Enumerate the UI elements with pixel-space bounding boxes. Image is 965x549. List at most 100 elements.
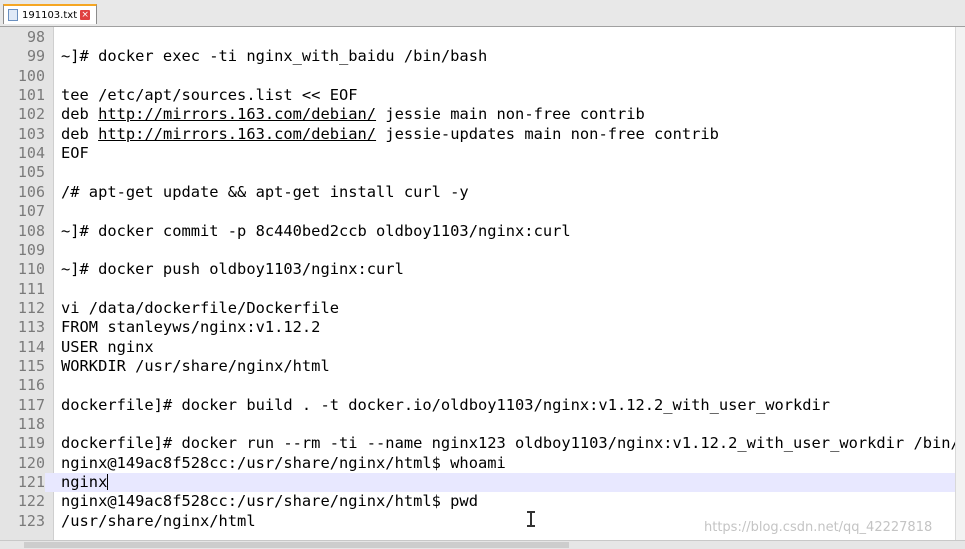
vertical-scrollbar[interactable] xyxy=(955,27,965,540)
tab-label: 191103.txt xyxy=(22,9,78,21)
code-line[interactable]: 100 xyxy=(0,67,955,86)
line-content: dockerfile]# docker run --rm -ti --name … xyxy=(61,434,955,453)
line-text: nginx@149ac8f528cc:/usr/share/nginx/html… xyxy=(61,454,506,473)
line-number: 116 xyxy=(17,376,45,395)
line-number: 109 xyxy=(17,240,45,259)
line-text: nginx xyxy=(61,473,109,492)
line-text: tee /etc/apt/sources.list << EOF xyxy=(61,86,358,105)
line-text: USER nginx xyxy=(61,338,154,357)
line-number: 103 xyxy=(17,124,45,143)
code-line[interactable]: 120 nginx@149ac8f528cc:/usr/share/nginx/h… xyxy=(0,454,955,473)
code-line[interactable]: 119 dockerfile]# docker run --rm -ti --na… xyxy=(0,434,955,453)
line-number: 123 xyxy=(17,511,45,530)
code-line[interactable]: 109 xyxy=(0,241,955,260)
ibeam-cursor-icon xyxy=(526,511,536,527)
code-line[interactable]: 102 deb http://mirrors.163.com/debian/ je… xyxy=(0,105,955,124)
line-text-prefix: deb xyxy=(61,105,99,124)
text-editor[interactable]: 98 99 ~]# docker exec -ti nginx_with_baidu… xyxy=(0,27,955,540)
line-number: 114 xyxy=(17,337,45,356)
code-line[interactable]: 104 EOF xyxy=(0,144,955,163)
line-number: 104 xyxy=(17,144,45,163)
code-line[interactable]: 118 xyxy=(0,415,955,434)
code-line[interactable]: 113 FROM stanleyws/nginx:v1.12.2 xyxy=(0,318,955,337)
line-text: /usr/share/nginx/html xyxy=(61,512,256,531)
text-caret xyxy=(107,474,109,491)
line-number: 111 xyxy=(17,279,45,298)
line-number: 119 xyxy=(17,434,45,453)
line-text: ~]# docker commit -p 8c440bed2ccb oldboy… xyxy=(61,222,571,241)
url-link[interactable]: http://mirrors.163.com/debian/ xyxy=(98,125,376,143)
code-line[interactable]: 108 ~]# docker commit -p 8c440bed2ccb old… xyxy=(0,222,955,241)
code-line[interactable]: 107 xyxy=(0,202,955,221)
line-text-prefix: deb xyxy=(61,124,99,143)
line-number: 102 xyxy=(17,105,45,124)
line-content: EOF xyxy=(61,144,89,163)
line-content: nginx@149ac8f528cc:/usr/share/nginx/html… xyxy=(61,453,506,472)
line-number: 121 xyxy=(0,473,45,493)
code-line[interactable]: 105 xyxy=(0,163,955,182)
line-text: ~]# docker push oldboy1103/nginx:curl xyxy=(61,260,404,279)
tab-bar: 191103.txt × xyxy=(0,0,965,27)
line-number: 107 xyxy=(17,202,45,221)
line-content: nginx@149ac8f528cc:/usr/share/nginx/html… xyxy=(61,492,478,511)
line-text: EOF xyxy=(61,144,89,163)
line-content: dockerfile]# docker build . -t docker.io… xyxy=(61,395,831,414)
line-content: tee /etc/apt/sources.list << EOF xyxy=(61,86,358,105)
line-number: 120 xyxy=(17,453,45,472)
line-text: nginx@149ac8f528cc:/usr/share/nginx/html… xyxy=(61,492,478,511)
line-number: 99 xyxy=(26,47,45,66)
line-text: deb http://mirrors.163.com/debian/ jessi… xyxy=(61,125,719,144)
code-line[interactable]: 106 /# apt-get update && apt-get install … xyxy=(0,183,955,202)
line-number: 115 xyxy=(17,356,45,375)
line-content: /usr/share/nginx/html xyxy=(61,511,256,530)
text-file-icon xyxy=(8,9,18,21)
line-content: USER nginx xyxy=(61,337,154,356)
line-text: dockerfile]# docker build . -t docker.io… xyxy=(61,396,830,415)
line-text: WORKDIR /usr/share/nginx/html xyxy=(61,357,330,376)
watermark: https://blog.csdn.net/qq_42227818 xyxy=(704,520,933,535)
code-line[interactable]: 116 xyxy=(0,376,955,395)
code-line[interactable]: 99 ~]# docker exec -ti nginx_with_baidu /… xyxy=(0,47,955,66)
line-number: 117 xyxy=(17,395,45,414)
code-line[interactable]: 117 dockerfile]# docker build . -t docker… xyxy=(0,396,955,415)
line-text: ~]# docker exec -ti nginx_with_baidu /bi… xyxy=(61,47,487,66)
line-number: 110 xyxy=(17,260,45,279)
code-line[interactable]: 122 nginx@149ac8f528cc:/usr/share/nginx/h… xyxy=(0,492,955,511)
line-content: FROM stanleyws/nginx:v1.12.2 xyxy=(61,318,321,337)
code-line[interactable]: 112 vi /data/dockerfile/Dockerfile xyxy=(0,299,955,318)
code-line[interactable]: 103 deb http://mirrors.163.com/debian/ je… xyxy=(0,125,955,144)
current-line[interactable]: 121 nginx xyxy=(0,473,955,493)
horizontal-scrollbar-thumb[interactable] xyxy=(24,542,569,548)
line-content: vi /data/dockerfile/Dockerfile xyxy=(61,298,339,317)
code-line[interactable]: 98 xyxy=(0,28,955,47)
line-number: 105 xyxy=(17,163,45,182)
line-content: nginx xyxy=(61,473,108,492)
line-number: 122 xyxy=(17,492,45,511)
code-line[interactable]: 101 tee /etc/apt/sources.list << EOF xyxy=(0,86,955,105)
line-number: 113 xyxy=(17,318,45,337)
code-line[interactable]: 115 WORKDIR /usr/share/nginx/html xyxy=(0,357,955,376)
line-text-suffix: jessie main non-free contrib xyxy=(376,105,645,124)
line-content: ~]# docker push oldboy1103/nginx:curl xyxy=(61,260,404,279)
line-text-suffix: jessie-updates main non-free contrib xyxy=(376,124,719,143)
code-line[interactable]: 114 USER nginx xyxy=(0,338,955,357)
line-number: 108 xyxy=(17,221,45,240)
line-number: 98 xyxy=(26,28,45,46)
url-link[interactable]: http://mirrors.163.com/debian/ xyxy=(98,105,376,123)
line-number: 101 xyxy=(17,86,45,105)
line-text: vi /data/dockerfile/Dockerfile xyxy=(61,299,339,318)
code-line[interactable]: 111 xyxy=(0,280,955,299)
tab-file[interactable]: 191103.txt × xyxy=(3,4,97,24)
line-number: 118 xyxy=(17,415,45,433)
line-text: FROM stanleyws/nginx:v1.12.2 xyxy=(61,318,320,337)
line-text: /# apt-get update && apt-get install cur… xyxy=(61,183,469,202)
line-text: dockerfile]# docker run --rm -ti --name … xyxy=(61,434,955,453)
line-content: ~]# docker exec -ti nginx_with_baidu /bi… xyxy=(61,47,488,66)
code-line[interactable]: 110 ~]# docker push oldboy1103/nginx:curl xyxy=(0,260,955,279)
line-content: WORKDIR /usr/share/nginx/html xyxy=(61,356,330,375)
line-number: 112 xyxy=(17,298,45,317)
line-content: /# apt-get update && apt-get install cur… xyxy=(61,182,469,201)
line-text: deb http://mirrors.163.com/debian/ jessi… xyxy=(61,105,645,124)
line-content: ~]# docker commit -p 8c440bed2ccb oldboy… xyxy=(61,221,571,240)
close-icon[interactable]: × xyxy=(80,10,91,20)
